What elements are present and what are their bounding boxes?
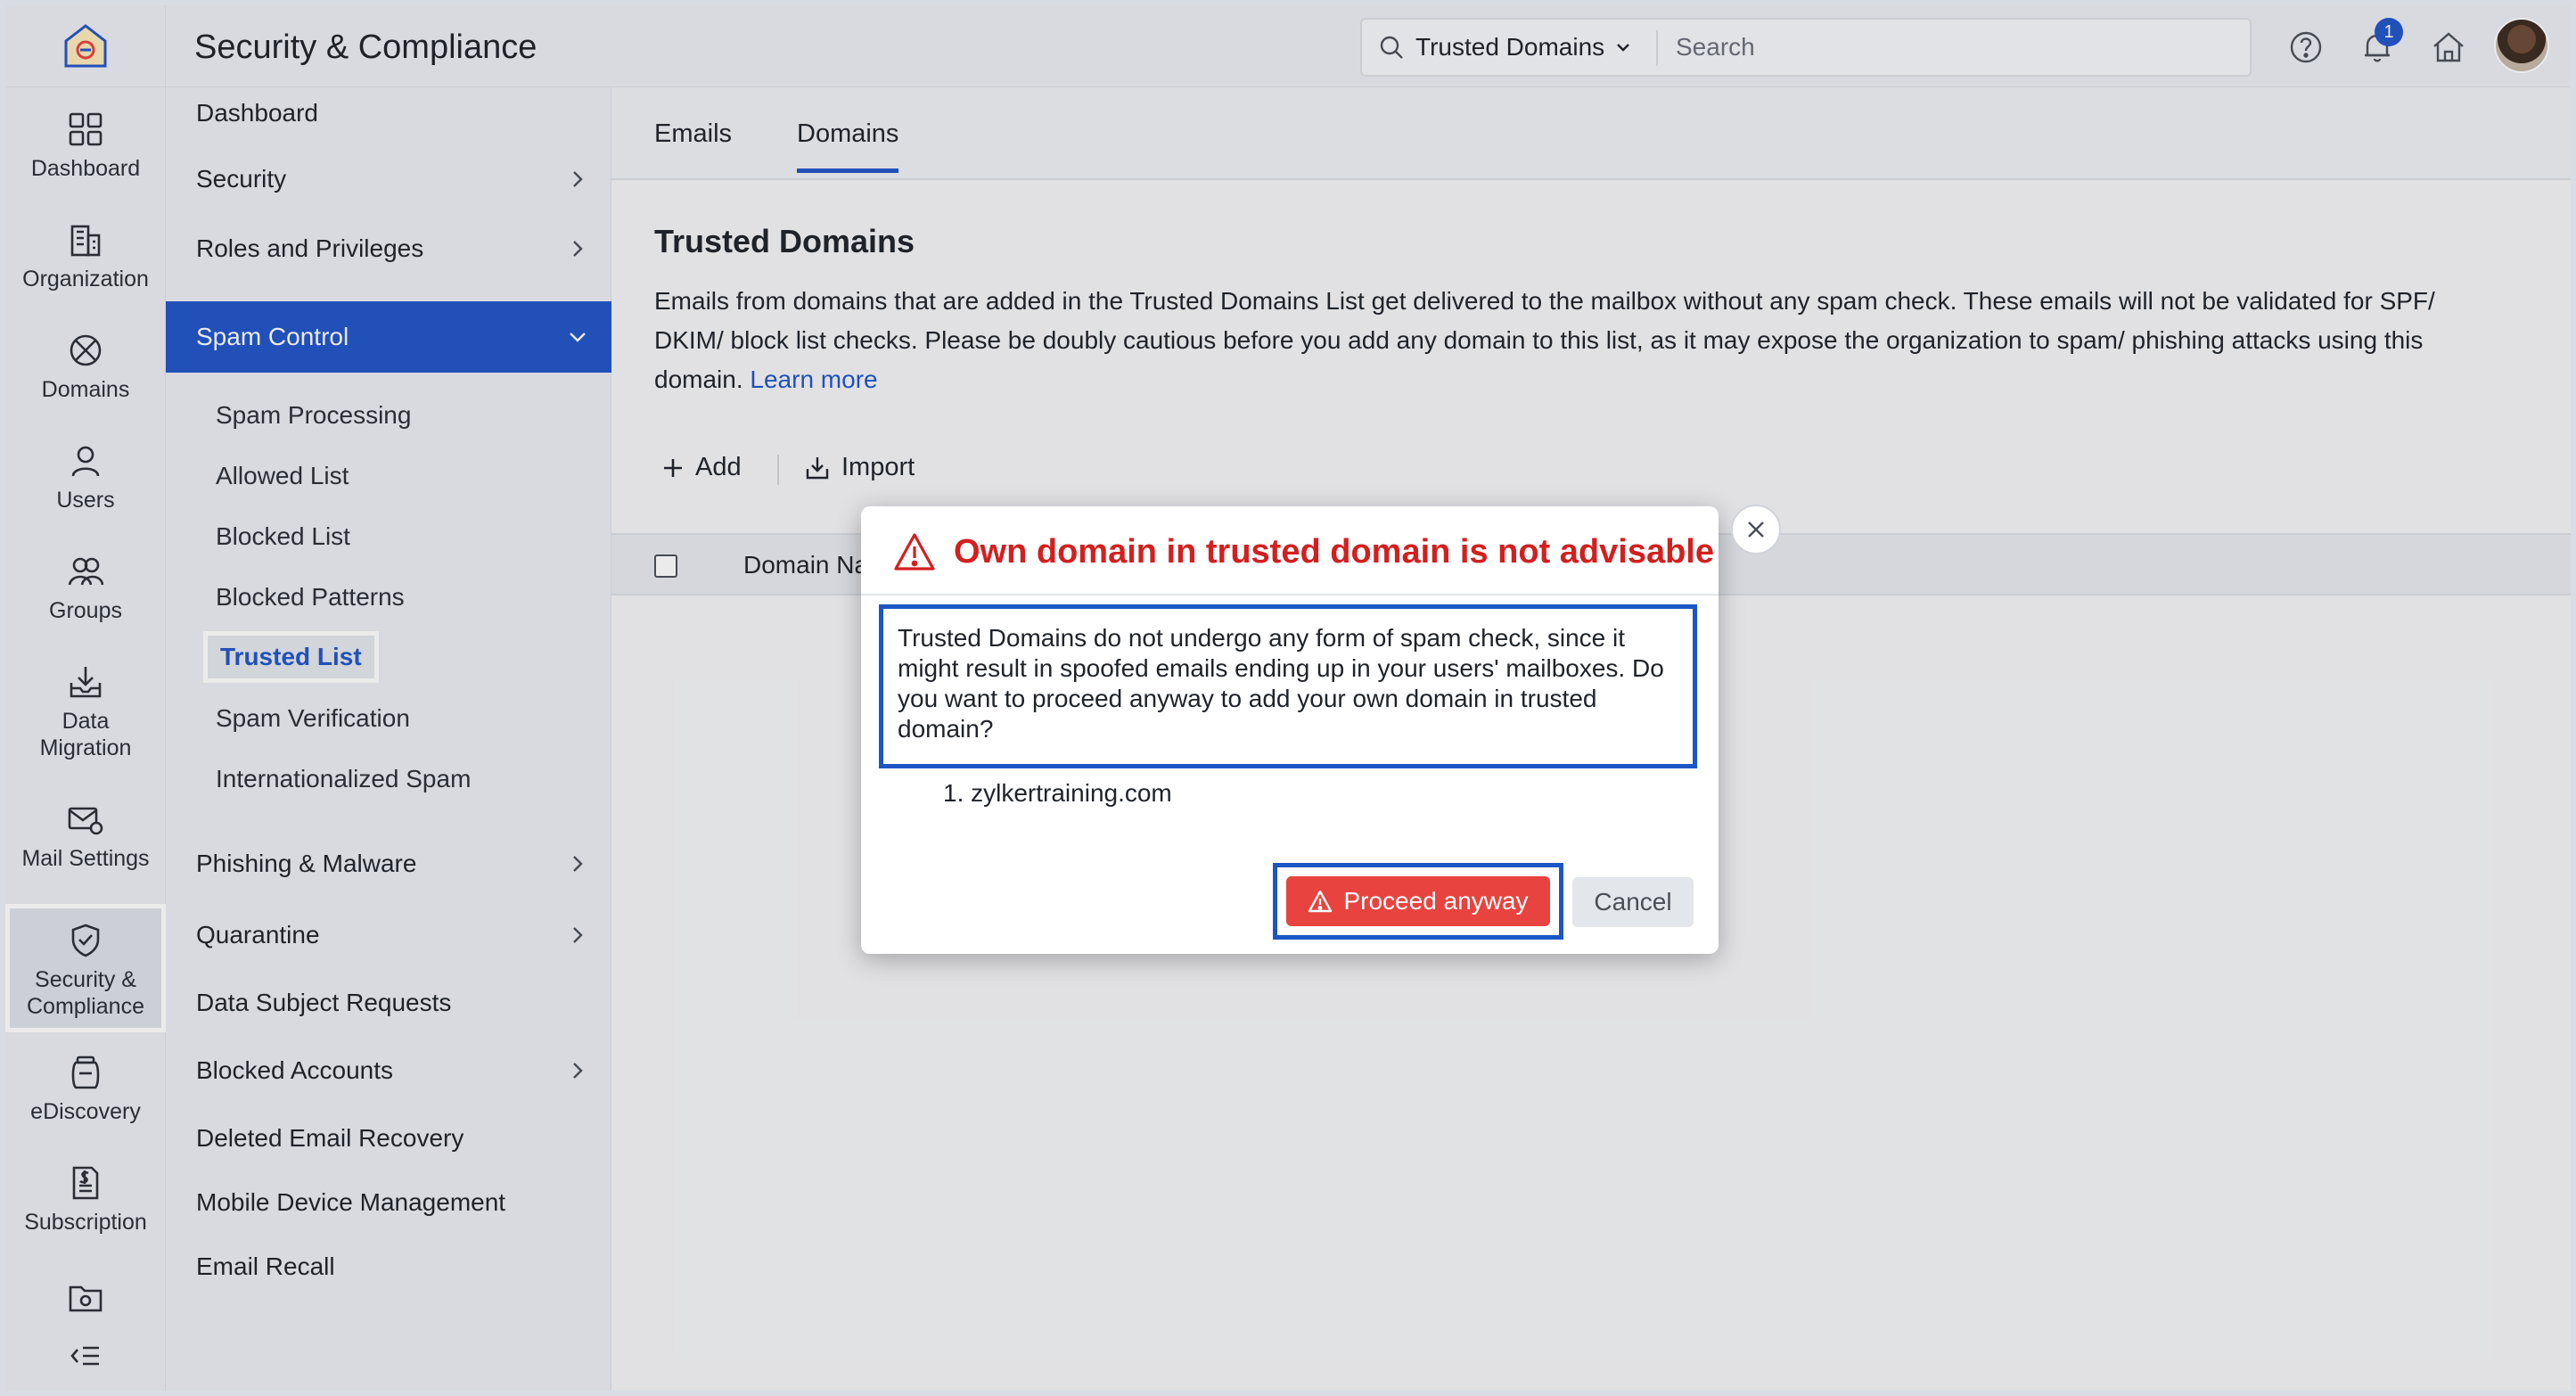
dialog-message: Trusted Domains do not undergo any form … [879, 604, 1697, 768]
warning-icon [894, 533, 935, 571]
app-window: Dashboard Organization Domains Users Gro… [5, 5, 2571, 1391]
proceed-anyway-button[interactable]: Proceed anyway [1286, 876, 1550, 926]
proceed-label: Proceed anyway [1343, 887, 1529, 915]
proceed-highlight: Proceed anyway [1273, 863, 1563, 940]
dialog-close-button[interactable] [1731, 505, 1781, 554]
dialog-header: Own domain in trusted domain is not advi… [861, 506, 1719, 595]
cancel-button[interactable]: Cancel [1572, 877, 1694, 927]
domain-list-item: 1. zylkertraining.com [943, 779, 1172, 807]
dialog-title: Own domain in trusted domain is not advi… [954, 533, 1714, 571]
warning-dialog: Own domain in trusted domain is not advi… [861, 506, 1719, 954]
close-icon [1748, 521, 1764, 538]
warning-icon [1309, 890, 1333, 913]
